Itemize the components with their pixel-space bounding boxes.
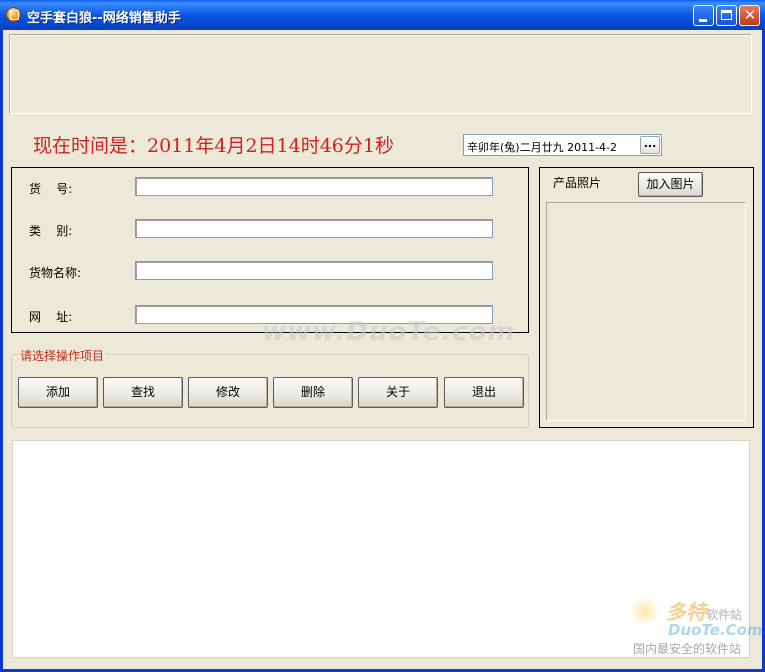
date-picker-button[interactable]: ... (640, 136, 660, 154)
maximize-icon (721, 10, 732, 20)
add-button[interactable]: 添加 (18, 377, 98, 408)
watermark-logo-suffix: 软件站 (706, 608, 743, 622)
product-name-label: 货物名称: (29, 266, 82, 280)
close-icon: ✕ (743, 6, 757, 24)
watermark-duote: www.DuoTe.com (262, 317, 516, 347)
category-label: 类 别: (29, 224, 73, 238)
operations-legend: 请选择操作项目 (18, 347, 107, 364)
title-bar[interactable]: 空手套白狼--网络销售助手 ✕ (0, 0, 765, 30)
date-picker[interactable]: 辛卯年(兔)二月廿九 2011-4-2 ... (463, 134, 662, 156)
minimize-button[interactable] (693, 5, 714, 26)
window-title: 空手套白狼--网络销售助手 (27, 11, 181, 26)
product-photo-label: 产品照片 (553, 176, 602, 190)
top-banner-panel (9, 34, 752, 114)
product-photo-frame (546, 202, 746, 421)
product-code-input[interactable] (135, 177, 493, 196)
search-button[interactable]: 查找 (103, 377, 183, 408)
minimize-icon (699, 19, 707, 22)
close-button[interactable]: ✕ (739, 5, 760, 26)
product-code-label: 货 号: (29, 182, 73, 196)
watermark-logo-line3: 国内最安全的软件站 (633, 642, 742, 656)
maximize-button[interactable] (716, 5, 737, 26)
output-text-area[interactable] (12, 440, 750, 658)
date-picker-value: 辛卯年(兔)二月廿九 2011-4-2 (467, 141, 618, 154)
watermark-logo-icon (630, 596, 660, 626)
exit-button[interactable]: 退出 (444, 377, 524, 408)
app-orange-icon[interactable] (6, 7, 21, 22)
category-input[interactable] (135, 219, 493, 238)
edit-button[interactable]: 修改 (188, 377, 268, 408)
delete-button[interactable]: 删除 (273, 377, 353, 408)
current-time-label: 现在时间是：2011年4月2日14时46分1秒 (33, 135, 394, 157)
watermark-logo-line2: DuoTe.Com (668, 621, 763, 639)
url-label: 网 址: (29, 310, 73, 324)
add-image-button[interactable]: 加入图片 (638, 172, 703, 197)
product-name-input[interactable] (135, 261, 493, 280)
about-button[interactable]: 关于 (358, 377, 438, 408)
